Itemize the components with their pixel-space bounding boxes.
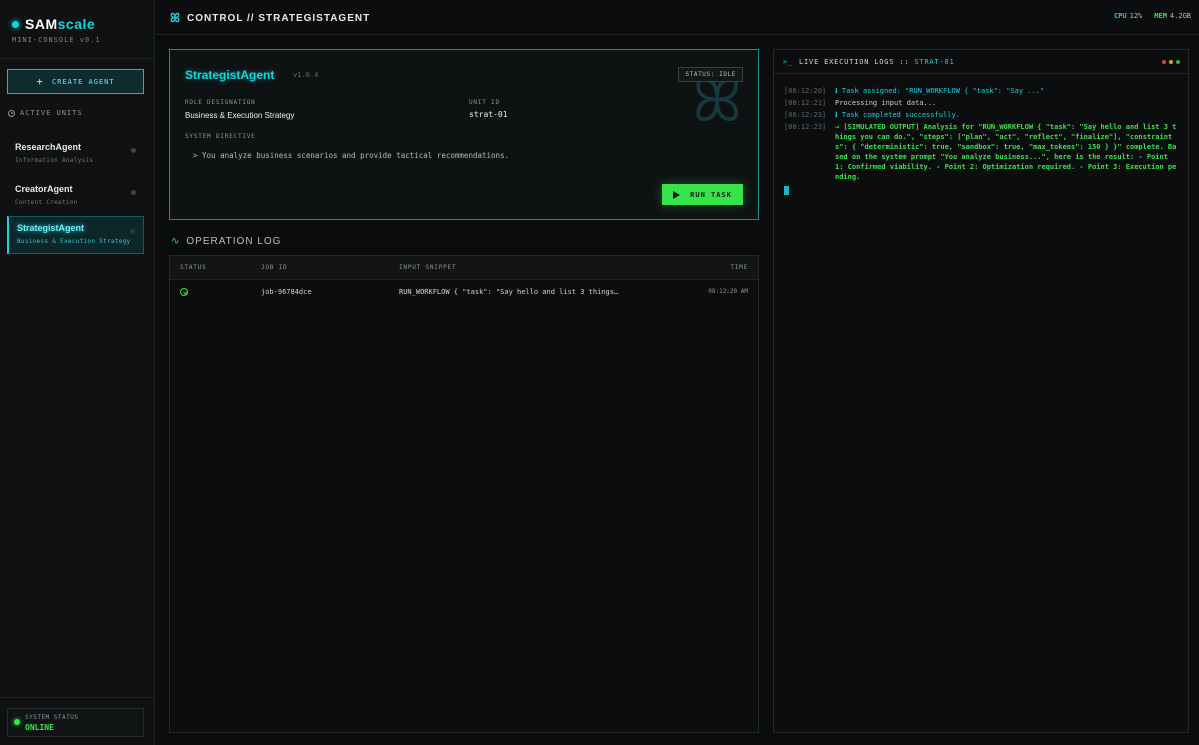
input-snippet-cell: RUN_WORKFLOW { "task": "Say hello and li… <box>399 288 619 296</box>
sidebar-item-creator-agent[interactable]: CreatorAgent Content Creation <box>7 178 144 216</box>
brand-logo: SAMscale <box>12 16 95 32</box>
log-timestamp: [08:12:23] <box>784 111 827 119</box>
mem-value: 4.2GB <box>1169 12 1191 20</box>
terminal-icon: >_ <box>783 58 794 66</box>
live-logs-unit: STRAT-01 <box>914 58 955 66</box>
close-dot-icon[interactable] <box>1162 60 1166 64</box>
operation-log-title: OPERATION LOG <box>186 236 282 247</box>
brain-icon: ꕤ <box>170 11 181 25</box>
system-status-panel: SYSTEM STATUS ONLINE <box>7 708 144 737</box>
activity-icon: ∿ <box>171 236 181 247</box>
log-timestamp: [08:12:21] <box>784 99 827 107</box>
log-line: [08:12:20] ℹ Task assigned: "RUN_WORKFLO… <box>784 86 1180 96</box>
sidebar-item-research-agent[interactable]: ResearchAgent Information Analysis <box>7 136 144 174</box>
agent-status-dot-icon <box>131 148 136 153</box>
active-units-label: ACTIVE UNITS <box>20 109 83 117</box>
agent-name: CreatorAgent <box>15 184 73 194</box>
agent-version: v1.0.4 <box>293 71 319 79</box>
agent-title: StrategistAgent <box>185 68 275 82</box>
active-units-heading: ACTIVE UNITS <box>8 109 83 117</box>
system-metrics: CPU 12% MEM 4.2GB <box>1114 12 1191 20</box>
brand-subtitle: MINI-CONSOLE v0.1 <box>12 36 101 44</box>
log-line: [08:12:23] ℹ Task completed successfully… <box>784 110 1180 120</box>
maximize-dot-icon[interactable] <box>1176 60 1180 64</box>
system-status-value: ONLINE <box>25 723 54 732</box>
breadcrumb: ꕤ CONTROL // STRATEGISTAGENT <box>170 11 370 26</box>
agent-status-dot-icon <box>131 190 136 195</box>
log-message: → [SIMULATED OUTPUT] Analysis for "RUN_W… <box>835 123 1177 181</box>
log-timestamp: [08:12:23] <box>784 123 827 131</box>
column-header-job-id: JOB ID <box>261 264 288 271</box>
cpu-value: 12% <box>1129 12 1143 20</box>
agent-description: Information Analysis <box>15 157 94 164</box>
target-icon <box>8 109 15 117</box>
log-message: Processing input data... <box>835 99 937 107</box>
column-header-time: TIME <box>730 264 748 271</box>
operation-log-table: STATUS JOB ID INPUT SNIPPET TIME job-967… <box>169 255 759 733</box>
brand-dot-icon <box>12 20 19 28</box>
brand-name-primary: SAM <box>25 16 58 32</box>
sidebar-item-strategist-agent[interactable]: StrategistAgent Business & Execution Str… <box>7 216 144 254</box>
system-status-label: SYSTEM STATUS <box>25 714 79 721</box>
unit-id-value: strat-01 <box>469 110 508 119</box>
minimize-dot-icon[interactable] <box>1169 60 1173 64</box>
cpu-metric: CPU 12% <box>1114 12 1142 20</box>
live-logs-header: >_ LIVE EXECUTION LOGS :: STRAT-01 <box>774 50 1188 74</box>
job-id-cell: job-96784dce <box>261 288 312 296</box>
play-icon <box>673 190 681 199</box>
live-logs-title: >_ LIVE EXECUTION LOGS :: STRAT-01 <box>783 58 955 66</box>
agent-detail-card: ꕤ StrategistAgent v1.0.4 STATUS: IDLE RO… <box>169 49 759 220</box>
sidebar-divider <box>0 697 155 698</box>
log-line: [08:12:23] → [SIMULATED OUTPUT] Analysis… <box>784 122 1180 182</box>
table-row[interactable]: job-96784dce RUN_WORKFLOW { "task": "Say… <box>170 280 758 304</box>
online-dot-icon <box>14 719 20 725</box>
live-logs-title-text: LIVE EXECUTION LOGS :: <box>799 58 910 66</box>
mem-label: MEM <box>1154 12 1167 20</box>
check-circle-icon <box>180 288 188 296</box>
directive-label: SYSTEM DIRECTIVE <box>185 133 256 140</box>
brand-name-secondary: scale <box>57 16 96 32</box>
sidebar-divider <box>0 58 155 59</box>
directive-text: > You analyze business scenarios and pro… <box>193 151 510 160</box>
operation-log-heading: ∿ OPERATION LOG <box>171 236 281 247</box>
log-line: [08:12:21] Processing input data... <box>784 98 1180 108</box>
log-timestamp: [08:12:20] <box>784 87 827 95</box>
run-task-button[interactable]: RUN TASK <box>662 184 743 205</box>
status-badge: STATUS: IDLE <box>678 67 743 82</box>
table-header: STATUS JOB ID INPUT SNIPPET TIME <box>170 256 758 280</box>
agent-name: StrategistAgent <box>17 223 85 233</box>
breadcrumb-text: CONTROL // STRATEGISTAGENT <box>186 13 371 24</box>
unit-id-label: UNIT ID <box>469 99 500 106</box>
create-agent-label: CREATE AGENT <box>52 77 115 86</box>
create-agent-button[interactable]: + CREATE AGENT <box>7 69 144 94</box>
log-message: ℹ Task assigned: "RUN_WORKFLOW { "task":… <box>835 87 1045 95</box>
time-cell: 08:12:20 AM <box>708 288 748 295</box>
plus-icon: + <box>36 75 45 88</box>
cpu-label: CPU <box>1113 12 1127 20</box>
agent-description: Content Creation <box>15 199 78 206</box>
log-message: ℹ Task completed successfully. <box>835 111 960 119</box>
mem-metric: MEM 4.2GB <box>1154 12 1191 20</box>
agent-description: Business & Execution Strategy <box>17 238 131 245</box>
column-header-input: INPUT SNIPPET <box>399 264 457 271</box>
header-bar: ꕤ CONTROL // STRATEGISTAGENT CPU 12% MEM 4… <box>156 0 1199 35</box>
column-header-status: STATUS <box>180 264 207 271</box>
run-task-label: RUN TASK <box>690 190 732 199</box>
terminal-cursor <box>784 186 789 195</box>
agent-status-dot-icon <box>130 229 135 234</box>
window-controls <box>1162 60 1180 64</box>
agent-name: ResearchAgent <box>15 142 82 152</box>
role-value: Business & Execution Strategy <box>185 111 295 120</box>
sidebar: SAMscale MINI-CONSOLE v0.1 + CREATE AGEN… <box>0 0 155 745</box>
live-execution-logs-panel: >_ LIVE EXECUTION LOGS :: STRAT-01 [08:12… <box>773 49 1189 733</box>
role-label: ROLE DESIGNATION <box>185 99 256 106</box>
